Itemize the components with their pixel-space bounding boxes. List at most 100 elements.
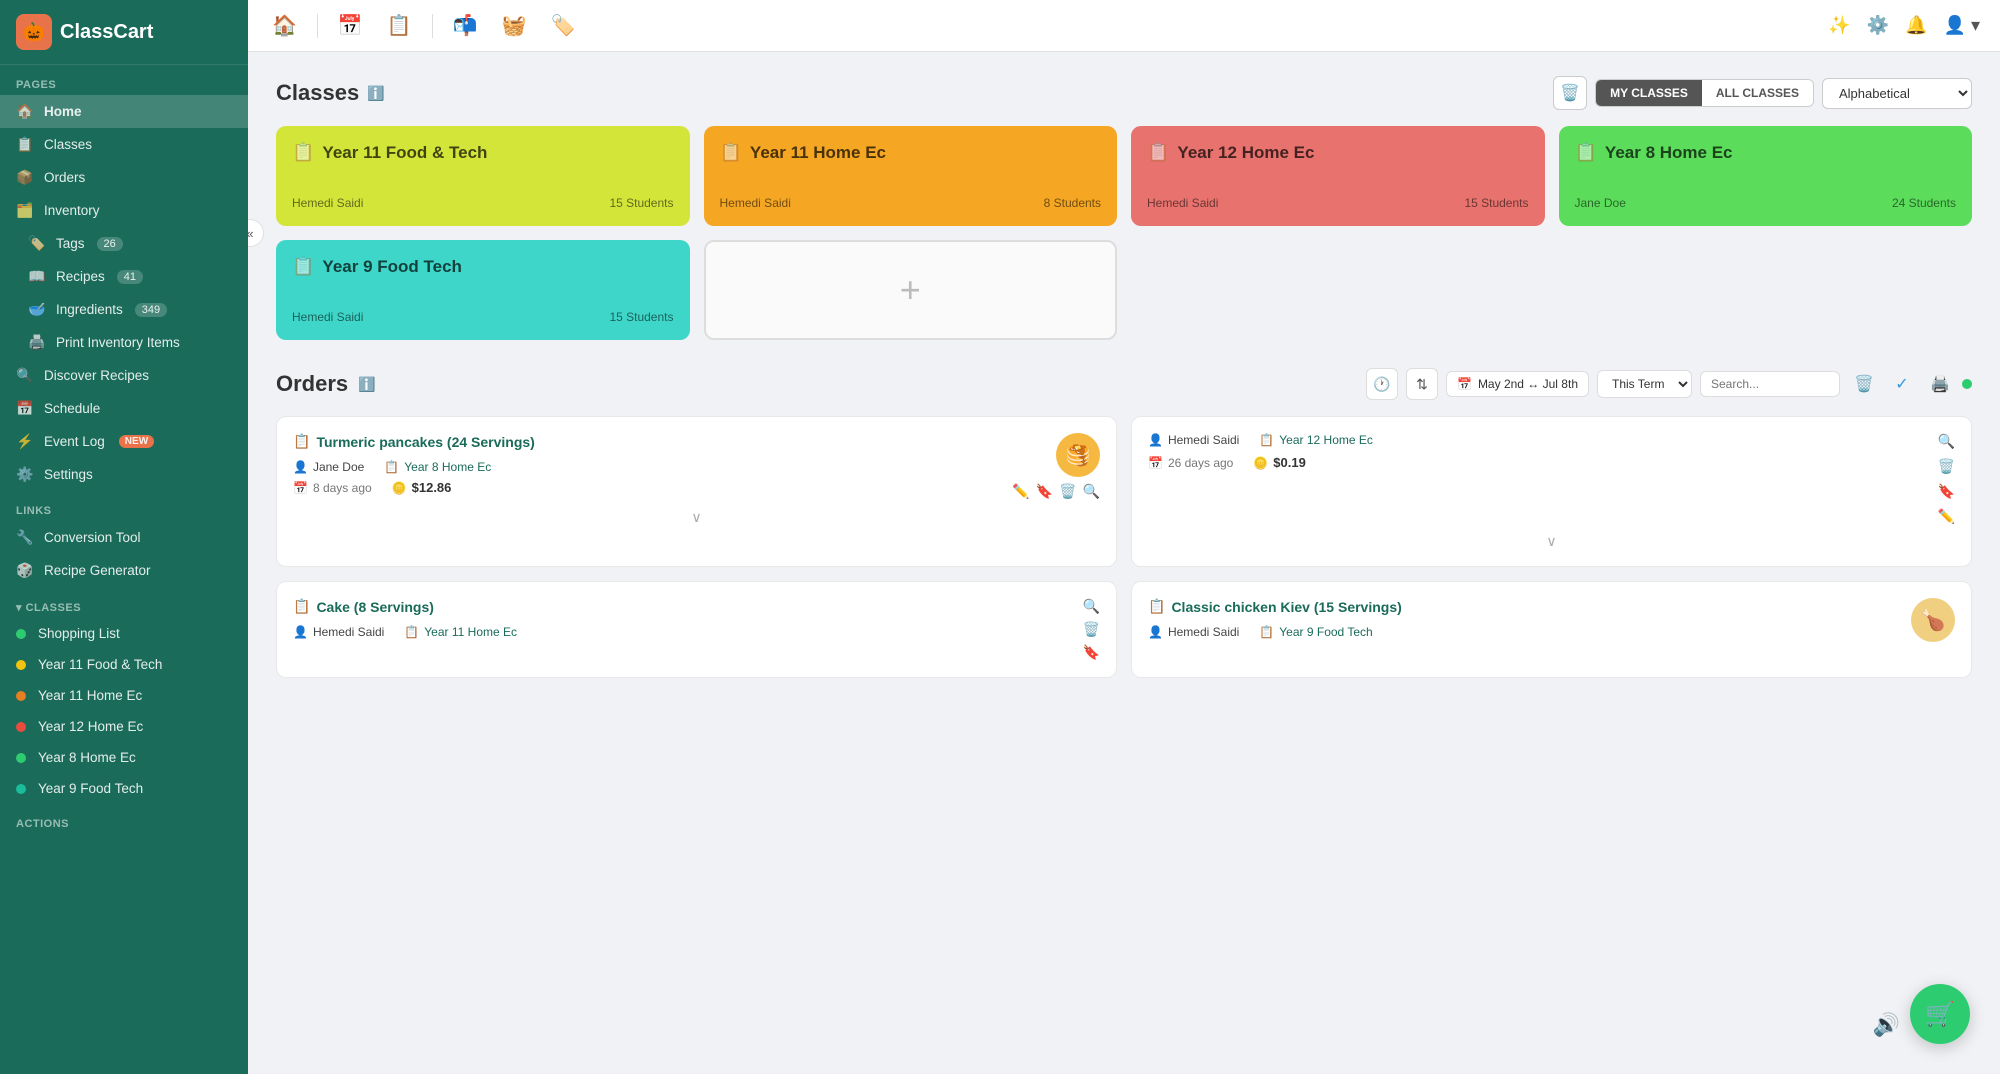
search-order-btn[interactable]: 🔍 [1083,483,1100,500]
class-card-y11ft[interactable]: 📋 Year 11 Food & Tech Hemedi Saidi 15 St… [276,126,690,226]
sidebar-collapse-btn[interactable]: « [248,219,264,247]
date-range-filter[interactable]: 📅 May 2nd ↔ Jul 8th [1446,371,1589,397]
classes-trash-btn[interactable]: 🗑️ [1553,76,1587,110]
home-nav-icon[interactable]: 🏠 [268,9,301,42]
speaker-icon[interactable]: 🔊 [1873,1012,1900,1038]
check-orders-btn[interactable]: ✓ [1886,368,1918,400]
gear-icon[interactable]: ⚙️ [1867,15,1889,36]
sidebar-item-schedule[interactable]: 📅 Schedule [0,392,248,425]
class-dot [16,784,26,794]
ingredients-icon: 🥣 [28,301,46,318]
all-classes-btn[interactable]: ALL CLASSES [1702,80,1813,106]
sidebar-item-tags[interactable]: 🏷️ Tags 26 [0,227,248,260]
conversion-icon: 🔧 [16,529,34,546]
app-logo[interactable]: 🎃 ClassCart [0,0,248,65]
sidebar-item-recipes[interactable]: 📖 Recipes 41 [0,260,248,293]
term-dropdown[interactable]: This Term Last Term [1597,370,1692,398]
order-expand-1[interactable]: ∨ [293,509,1100,526]
sort-dropdown[interactable]: Alphabetical By Date By Students [1822,78,1972,109]
user-icon[interactable]: 👤 ▾ [1944,15,1980,36]
my-classes-btn[interactable]: MY CLASSES [1596,80,1702,106]
tray-icon[interactable]: 📬 [449,9,482,42]
sidebar-item-ingredients[interactable]: 🥣 Ingredients 349 [0,293,248,326]
delete-order-btn[interactable]: 🗑️ [1059,483,1076,500]
sparkle-icon[interactable]: ✨ [1828,15,1850,36]
order-class-link[interactable]: Year 8 Home Ec [404,460,491,474]
sidebar-class-y11ft[interactable]: Year 11 Food & Tech [0,649,248,680]
class-card-y12he[interactable]: 📋 Year 12 Home Ec Hemedi Saidi 15 Studen… [1131,126,1545,226]
order-class-link-3[interactable]: Year 11 Home Ec [424,625,517,639]
order-class-link-4[interactable]: Year 9 Food Tech [1279,625,1372,639]
sidebar-item-label: Print Inventory Items [56,335,180,350]
user-icon-sm3: 👤 [293,625,308,639]
sidebar-item-label: Conversion Tool [44,530,141,545]
class-card-y11he[interactable]: 📋 Year 11 Home Ec Hemedi Saidi 8 Student… [704,126,1118,226]
sidebar-item-label: Shopping List [38,626,120,641]
calendar-icon[interactable]: 📅 [334,9,367,42]
orders-title: Orders [276,371,348,397]
calendar-icon-xs: 📅 [293,481,308,495]
sort-btn[interactable]: ⇅ [1406,368,1438,400]
actions-section-label: Actions [0,804,248,834]
settings-icon: ⚙️ [16,466,34,483]
sidebar-item-label: Discover Recipes [44,368,149,383]
sidebar-class-y11he[interactable]: Year 11 Home Ec [0,680,248,711]
add-class-btn[interactable]: + [704,240,1118,340]
sidebar-item-eventlog[interactable]: ⚡ Event Log NEW [0,425,248,458]
bookmark-order-btn-3[interactable]: 🔖 [1083,644,1100,661]
orders-header: Orders ℹ️ 🕐 ⇅ 📅 May 2nd ↔ Jul 8th This T… [276,368,1972,400]
bookmark-order-btn[interactable]: 🔖 [1036,483,1053,500]
orders-search-input[interactable] [1700,371,1840,397]
sidebar-item-settings[interactable]: ⚙️ Settings [0,458,248,491]
sidebar-item-discover[interactable]: 🔍 Discover Recipes [0,359,248,392]
edit-order-btn-2[interactable]: ✏️ [1938,508,1955,525]
class-dot [16,629,26,639]
bell-icon[interactable]: 🔔 [1905,15,1927,36]
order-class-link-2[interactable]: Year 12 Home Ec [1279,433,1373,447]
topnav-right: ✨ ⚙️ 🔔 👤 ▾ [1828,15,1980,36]
edit-order-btn[interactable]: ✏️ [1012,483,1029,500]
sidebar-item-print[interactable]: 🖨️ Print Inventory Items [0,326,248,359]
history-btn[interactable]: 🕐 [1366,368,1398,400]
home-icon: 🏠 [16,103,34,120]
order-teacher-4: Hemedi Saidi [1168,625,1239,639]
class-card-icon: 📋 [720,142,742,163]
ingredients-badge: 349 [135,303,167,317]
sidebar-class-y8he[interactable]: Year 8 Home Ec [0,742,248,773]
sidebar-class-y12he[interactable]: Year 12 Home Ec [0,711,248,742]
clipboard-icon[interactable]: 📋 [383,9,416,42]
sidebar-item-home[interactable]: 🏠 Home [0,95,248,128]
sidebar-item-label: Ingredients [56,302,123,317]
search-order-btn-2[interactable]: 🔍 [1938,433,1955,450]
class-icon-sm: 📋 [1259,433,1274,447]
sidebar-class-y9ft[interactable]: Year 9 Food Tech [0,773,248,804]
sidebar-item-orders[interactable]: 📦 Orders [0,161,248,194]
sidebar-item-conversion[interactable]: 🔧 Conversion Tool [0,521,248,554]
class-card-y9ft[interactable]: 📋 Year 9 Food Tech Hemedi Saidi 15 Stude… [276,240,690,340]
sidebar-item-inventory[interactable]: 🗂️ Inventory [0,194,248,227]
bookmark-order-btn-2[interactable]: 🔖 [1938,483,1955,500]
delete-order-btn-3[interactable]: 🗑️ [1083,621,1100,638]
tag-nav-icon[interactable]: 🏷️ [547,9,580,42]
delete-orders-btn[interactable]: 🗑️ [1848,368,1880,400]
order-recipe-link-4[interactable]: 📋 Classic chicken Kiev (15 Servings) [1148,598,1402,615]
sidebar-item-recipe-gen[interactable]: 🎲 Recipe Generator [0,554,248,587]
sidebar: 🎃 ClassCart Pages 🏠 Home 📋 Classes 📦 Ord… [0,0,248,1074]
order-expand-2[interactable]: ∨ [1148,533,1955,550]
order-teacher-3: Hemedi Saidi [313,625,384,639]
class-dot [16,691,26,701]
sidebar-class-shopping[interactable]: Shopping List [0,618,248,649]
classes-header: Classes ℹ️ 🗑️ MY CLASSES ALL CLASSES Alp… [276,76,1972,110]
class-dot [16,722,26,732]
order-recipe-link-3[interactable]: 📋 Cake (8 Servings) [293,598,517,615]
class-students: 15 Students [609,310,673,324]
order-recipe-link-1[interactable]: 📋 Turmeric pancakes (24 Servings) [293,433,535,450]
basket-icon[interactable]: 🧺 [498,9,531,42]
print-orders-btn[interactable]: 🖨️ [1924,368,1956,400]
search-order-btn-3[interactable]: 🔍 [1083,598,1100,615]
sidebar-item-classes[interactable]: 📋 Classes [0,128,248,161]
nav-divider-2 [432,14,433,38]
cart-fab-btn[interactable]: 🛒 [1910,984,1970,1044]
class-card-y8he[interactable]: 📋 Year 8 Home Ec Jane Doe 24 Students [1559,126,1973,226]
delete-order-btn-2[interactable]: 🗑️ [1938,458,1955,475]
